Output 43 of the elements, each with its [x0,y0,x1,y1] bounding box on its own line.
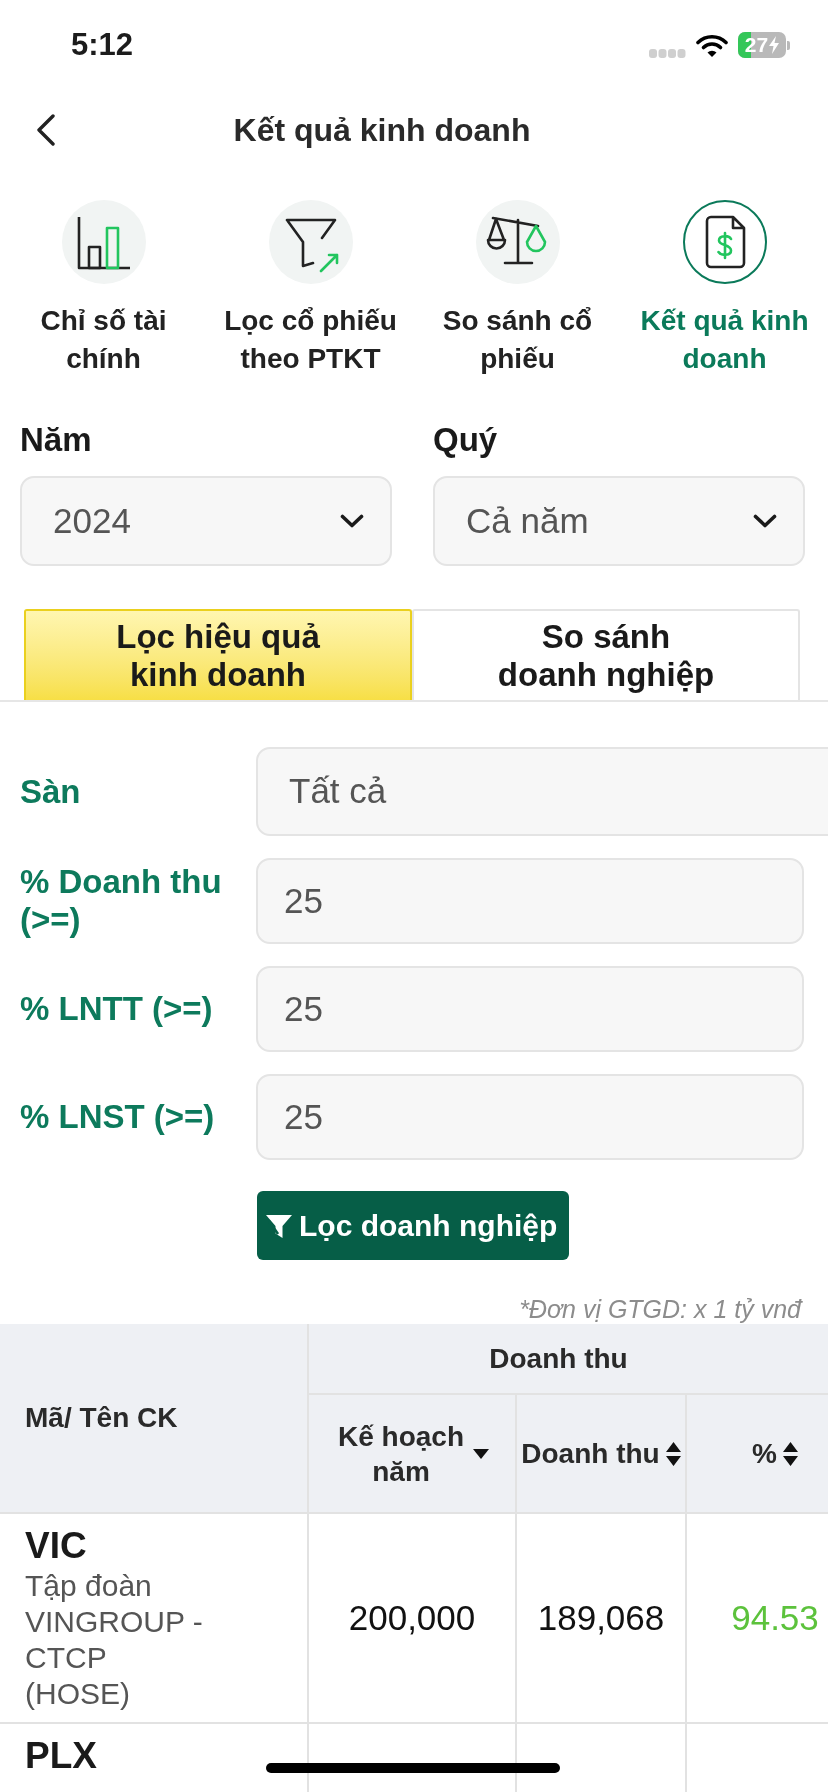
table-cell: 189,068 [537,1597,665,1637]
chevron-down-icon [340,514,364,528]
field-label: % LNTT (>=) [20,990,213,1027]
sortable-column-header[interactable]: Kế hoạch năm [308,1394,516,1513]
sortable-column-header[interactable]: % [686,1394,828,1513]
column-header: Mã/ Tên CK [0,1324,308,1513]
field-label: % Doanh thu (>=) [20,863,222,938]
signal-icon [649,48,686,58]
unit-note: *Đơn vị GTGD: x 1 tỷ vnđ [519,1294,801,1324]
chevron-down-icon [753,514,777,528]
back-icon[interactable] [36,114,56,146]
bar-chart-icon [61,200,146,284]
company-name: Tập đoàn VINGROUP - CTCP [25,1568,204,1676]
shortcut-button[interactable]: Lọc cổ phiếu theo PTKT [217,200,404,378]
table-cell: 94.53 [731,1597,819,1637]
shortcut-button[interactable]: Kết quả kinh doanh [631,200,818,378]
field-label: % LNST (>=) [20,1098,215,1135]
stock-code: VIC [25,1524,87,1568]
shortcut-button[interactable]: Chỉ số tài chính [10,200,197,378]
wifi-icon [696,33,728,57]
column-group-header: Doanh thu [308,1324,828,1394]
tab[interactable]: So sánh doanh nghiệp [412,609,800,700]
input-field[interactable]: 25 [256,966,804,1052]
charging-bolt-icon [769,36,780,54]
field-label: Năm [20,422,93,458]
select-field[interactable]: Tất cả [256,747,828,836]
input-field[interactable]: 25 [256,858,804,944]
field-label: Quý [433,422,499,458]
dollar-document-icon [682,200,767,284]
exchange-name: (HOSE) [25,1676,130,1712]
table-cell: 200,000 [348,1597,476,1637]
filter-button[interactable]: Lọc doanh nghiệp [257,1191,570,1260]
status-time: 5:12 [71,27,134,63]
dropdown[interactable]: 2024 [20,476,392,566]
sortable-column-header[interactable]: Doanh thu [516,1394,686,1513]
stock-code: PLX [25,1734,97,1778]
input-field[interactable]: 25 [256,1074,804,1160]
balance-scale-icon [475,200,560,284]
dropdown[interactable]: Cả năm [433,476,805,566]
field-label: Sàn [20,772,81,810]
page-title: Kết quả kinh doanh [233,111,531,149]
tab[interactable]: Lọc hiệu quả kinh doanh [24,609,412,700]
shortcut-button[interactable]: So sánh cổ phiếu [424,200,611,378]
